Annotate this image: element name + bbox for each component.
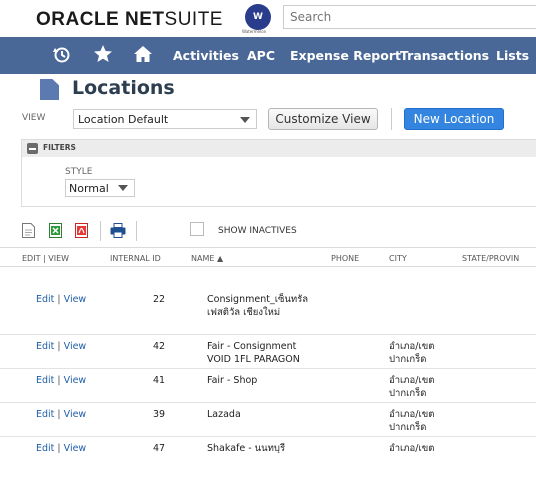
edit-view-links: Edit | View [36,294,86,306]
edit-view-links: Edit | View [36,375,86,387]
view-link[interactable]: View [64,294,87,305]
link-separator: | [54,294,64,305]
view-link[interactable]: View [64,443,87,453]
table-row[interactable]: Edit | View 42 Fair - Consignment VOID 1FL … [0,335,536,369]
link-separator: | [54,375,64,386]
internal-id-cell: 41 [153,375,166,386]
name-cell-line2: VOID 1FL PARAGON [207,354,300,365]
internal-id-cell: 42 [153,341,166,352]
name-cell-line2: เฟสติวัล เชียงใหม่ [207,307,281,318]
edit-view-links: Edit | View [36,409,86,421]
name-cell: Fair - Consignment [207,341,297,352]
edit-link[interactable]: Edit [36,341,54,352]
view-link[interactable]: View [64,409,87,420]
city-cell: อำเภอ/เขต [389,443,435,453]
edit-view-links: Edit | View [36,443,86,453]
name-cell: Lazada [207,409,241,420]
link-separator: | [54,409,64,420]
edit-link[interactable]: Edit [36,294,54,305]
name-cell: Consignment_เซ็นทรัล [207,294,309,305]
edit-link[interactable]: Edit [36,409,54,420]
name-cell: Shakafe - นนทบุรี [207,443,286,453]
city-cell-line2: ปากเกร็ด [389,388,427,399]
table-row[interactable]: Edit | View 22 Consignment_เซ็นทรัลเฟสติวั… [0,277,536,335]
table-row[interactable]: Edit | View 39 Lazada อำเภอ/เขตปากเกร็ด [0,403,536,437]
city-cell-line2: ปากเกร็ด [389,422,427,433]
edit-link[interactable]: Edit [36,375,54,386]
city-cell: อำเภอ/เขต [389,409,435,420]
city-cell-line2: ปากเกร็ด [389,354,427,365]
view-link[interactable]: View [64,375,87,386]
city-cell: อำเภอ/เขต [389,375,435,386]
city-cell: อำเภอ/เขต [389,341,435,352]
table-row[interactable]: Edit | View 47 Shakafe - นนทบุรี อำเภอ/เขต [0,437,536,453]
edit-view-links: Edit | View [36,341,86,353]
locations-table-body: Edit | View 22 Consignment_เซ็นทรัลเฟสติวั… [0,0,536,453]
edit-link[interactable]: Edit [36,443,54,453]
view-link[interactable]: View [64,341,87,352]
link-separator: | [54,443,64,453]
name-cell: Fair - Shop [207,375,258,386]
internal-id-cell: 47 [153,443,166,453]
internal-id-cell: 22 [153,294,166,305]
internal-id-cell: 39 [153,409,166,420]
table-row[interactable]: Edit | View 41 Fair - Shop อำเภอ/เขตปากเกร็… [0,369,536,403]
link-separator: | [54,341,64,352]
